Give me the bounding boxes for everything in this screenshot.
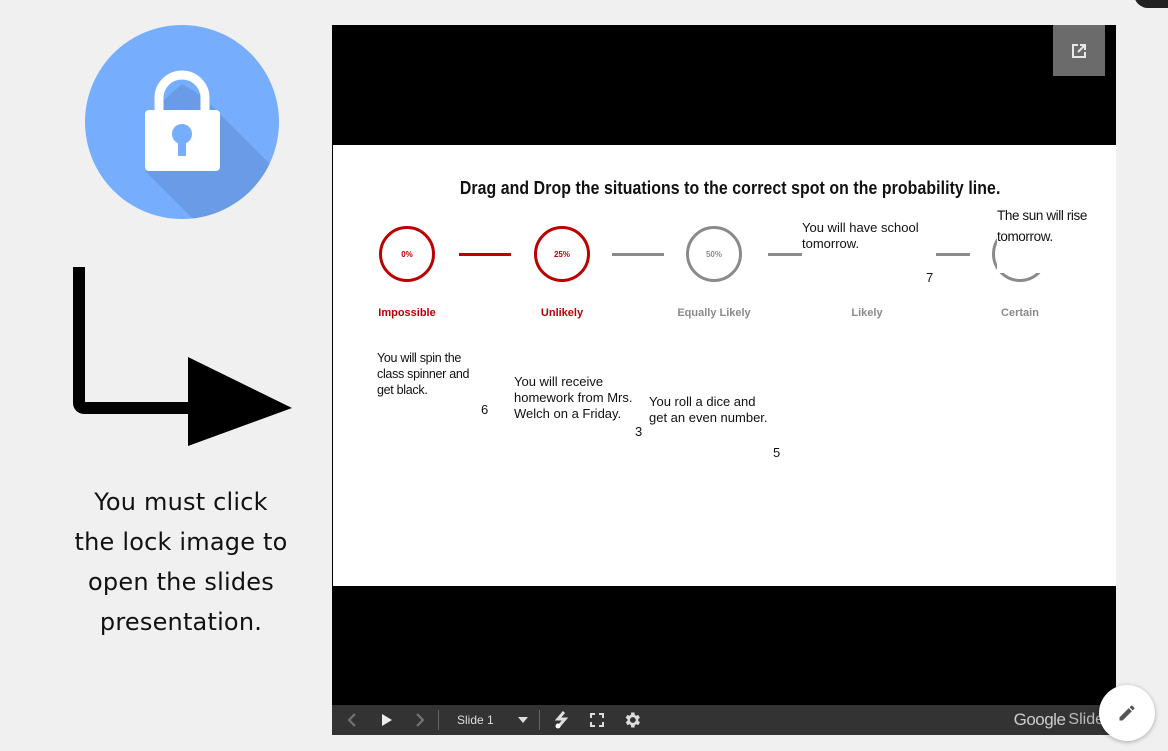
lock-icon xyxy=(85,25,279,219)
draggable-card-school[interactable]: You will have school tomorrow. xyxy=(802,220,942,252)
probability-circle-50: 50% xyxy=(686,226,742,282)
play-icon xyxy=(382,714,392,726)
arrow-icon xyxy=(73,267,292,446)
card-text: class spinner and xyxy=(377,367,470,381)
instructions-text: You must click the lock image to open th… xyxy=(50,482,312,642)
card-text: get an even number. xyxy=(649,410,768,425)
card-number: 3 xyxy=(635,424,643,439)
draggable-card-dice[interactable]: You roll a dice and get an even number. xyxy=(649,394,789,426)
slide-selector-label: Slide 1 xyxy=(457,713,494,727)
slide-selector[interactable]: Slide 1 xyxy=(439,705,539,735)
circle-percent: 25% xyxy=(553,249,570,259)
category-impossible: Impossible xyxy=(378,307,436,319)
open-external-icon xyxy=(1072,43,1086,58)
circle-percent: 0% xyxy=(401,249,413,259)
gear-icon xyxy=(625,712,640,728)
probability-segment xyxy=(768,253,802,256)
laser-pointer-icon xyxy=(554,711,569,729)
card-text: get black. xyxy=(377,383,428,397)
card-number: 5 xyxy=(773,445,781,460)
card-text: tomorrow. xyxy=(802,236,860,251)
draggable-card-sun[interactable]: The sun will rise tomorrow. xyxy=(997,205,1115,273)
card-text: You will receive xyxy=(514,374,604,389)
category-likely: Likely xyxy=(851,307,883,319)
slides-embed: Drag and Drop the situations to the corr… xyxy=(332,25,1116,735)
edit-button[interactable] xyxy=(1099,685,1155,741)
fullscreen-icon xyxy=(590,713,604,727)
card-number: 7 xyxy=(926,270,934,285)
chevron-left-icon xyxy=(347,713,356,727)
previous-slide-button[interactable] xyxy=(332,705,372,735)
slides-toolbar: Slide 1 Google Slides xyxy=(332,705,1116,735)
corner-menu-button[interactable] xyxy=(1134,0,1168,8)
pencil-icon xyxy=(1119,705,1135,721)
card-text: You will spin the xyxy=(377,351,462,365)
next-slide-button[interactable] xyxy=(402,705,438,735)
card-text: Welch on a Friday. xyxy=(514,406,622,421)
instructions-line: You must click xyxy=(94,488,268,516)
card-text: The sun will rise xyxy=(997,208,1087,223)
probability-circle-25: 25% xyxy=(534,226,590,282)
brand-google: Google xyxy=(1013,710,1066,729)
card-text: You roll a dice and xyxy=(649,394,756,409)
chevron-right-icon xyxy=(416,713,425,727)
settings-button[interactable] xyxy=(610,705,654,735)
card-text: homework from Mrs. xyxy=(514,390,633,405)
draggable-card-spinner[interactable]: You will spin the class spinner and get … xyxy=(377,350,487,398)
fullscreen-button[interactable] xyxy=(584,705,610,735)
probability-segment xyxy=(459,253,511,256)
instructions-line: open the slides xyxy=(88,568,274,596)
category-certain: Certain xyxy=(1001,307,1039,319)
lock-image-link[interactable] xyxy=(84,24,280,220)
slide-title: Drag and Drop the situations to the corr… xyxy=(459,178,1001,198)
probability-segment xyxy=(936,253,970,256)
probability-segment xyxy=(612,253,664,256)
card-text: tomorrow. xyxy=(997,229,1053,244)
card-number: 6 xyxy=(481,402,489,417)
probability-circle-0: 0% xyxy=(379,226,435,282)
category-equally-likely: Equally Likely xyxy=(677,307,751,319)
slide-canvas: Drag and Drop the situations to the corr… xyxy=(333,145,1116,586)
play-button[interactable] xyxy=(372,705,402,735)
open-in-new-window-button[interactable] xyxy=(1053,25,1105,76)
category-unlikely: Unlikely xyxy=(540,307,584,319)
instructions-line: presentation. xyxy=(99,608,263,636)
draggable-card-homework[interactable]: You will receive homework from Mrs. Welc… xyxy=(514,374,646,422)
card-text: You will have school xyxy=(802,220,919,235)
caret-down-icon xyxy=(517,717,528,723)
circle-percent: 50% xyxy=(705,249,722,259)
laser-pointer-button[interactable] xyxy=(540,705,584,735)
instructions-line: the lock image to xyxy=(74,528,288,556)
